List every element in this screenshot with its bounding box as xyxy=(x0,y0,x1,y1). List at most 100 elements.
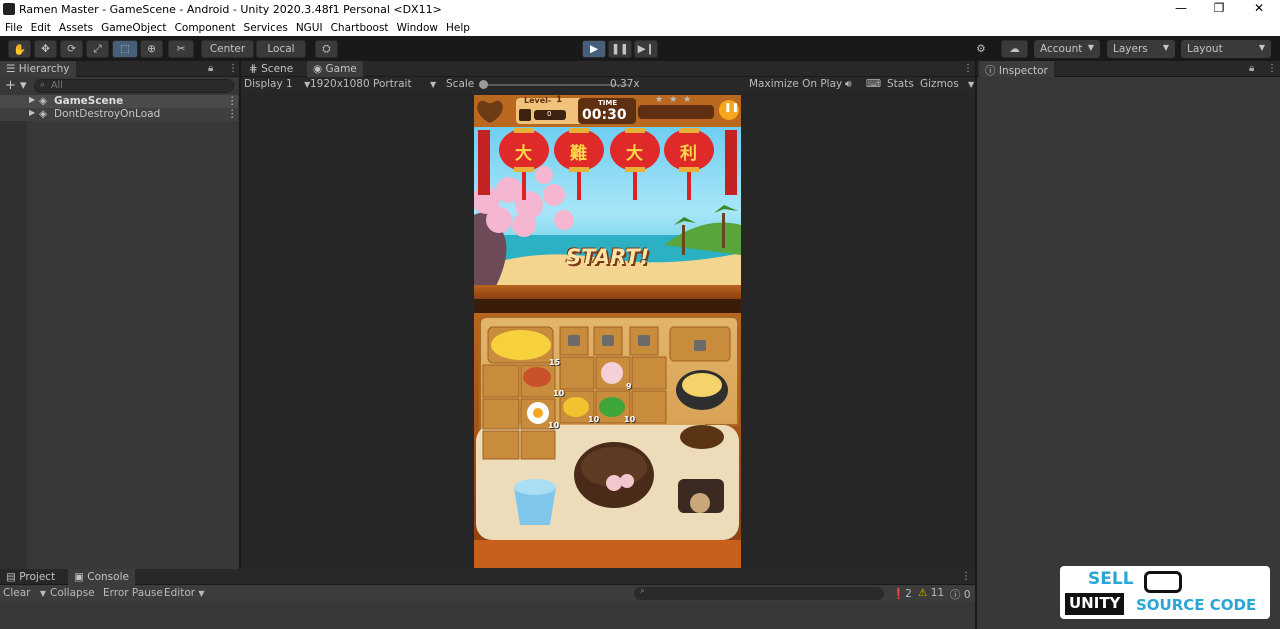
menu-component[interactable]: Component xyxy=(175,22,236,34)
collab-icon[interactable]: ⚙ xyxy=(970,40,992,58)
expand-arrow-icon[interactable]: ▶ xyxy=(29,108,35,117)
game-canvas[interactable]: Level- 1 TIME 00:30 0 ★★★ ❚❚ 大 難 大 利 STA… xyxy=(474,95,741,568)
item-count: 9 xyxy=(626,382,632,391)
collapse-toggle[interactable]: Collapse xyxy=(50,587,95,599)
chevron-down-icon: ▼ xyxy=(39,589,46,598)
more-menu-icon[interactable]: ⋮ xyxy=(961,571,971,582)
scale-value: 0.37x xyxy=(610,78,640,90)
gamepad-icon xyxy=(1144,571,1182,593)
error-count-value: 0 xyxy=(963,589,971,601)
scale-slider-thumb[interactable] xyxy=(479,80,488,89)
mute-audio-icon[interactable]: 🔊︎ xyxy=(845,78,852,91)
snap-icon[interactable]: ⛭ xyxy=(315,40,338,58)
scene-tab-label: Scene xyxy=(261,63,294,75)
hierarchy-item-dontdestroyonload[interactable]: ▶ ◈ DontDestroyOnLoad ⋮ xyxy=(0,108,238,121)
warning-count[interactable]: ⚠ 11 xyxy=(918,587,944,599)
tab-project[interactable]: ▤ Project xyxy=(0,569,61,585)
project-tab-label: Project xyxy=(19,571,56,583)
game-view-toolbar: Display 1 ▼ 1920x1080 Portrait ▼ Scale 0.… xyxy=(241,77,975,93)
scale-tool-icon[interactable]: ⤢ xyxy=(86,40,109,58)
start-text[interactable]: START! xyxy=(566,245,649,269)
more-menu-icon[interactable]: ⋮ xyxy=(227,108,238,120)
maximize-button[interactable]: ❐ xyxy=(1204,1,1234,18)
inspector-panel: ⓘ Inspector 🔒︎ ⋮ xyxy=(977,61,1280,629)
tab-game[interactable]: ◉ Game xyxy=(307,61,363,77)
cloud-icon[interactable]: ☁ xyxy=(1001,40,1028,58)
play-button[interactable]: ▶ xyxy=(582,40,606,58)
console-tab-label: Console xyxy=(87,571,129,583)
stats-toggle[interactable]: Stats xyxy=(887,78,914,90)
pivot-local-button[interactable]: Local xyxy=(256,40,306,58)
chevron-down-icon: ▼ xyxy=(1087,43,1094,52)
add-icon[interactable]: + ▾ xyxy=(5,78,27,93)
item-count: 15 xyxy=(549,358,561,367)
menu-ngui[interactable]: NGUI xyxy=(296,22,323,34)
clear-button[interactable]: Clear ▼ xyxy=(3,587,46,599)
rect-tool-icon[interactable]: ⬚ xyxy=(112,40,138,58)
lock-icon[interactable]: 🔒︎ xyxy=(208,63,213,74)
layers-dropdown[interactable]: Layers ▼ xyxy=(1107,40,1175,58)
level-value: 1 xyxy=(556,95,563,105)
menu-gameobject[interactable]: GameObject xyxy=(101,22,166,34)
info-count[interactable]: ❗2 xyxy=(892,587,912,600)
star-rating-icon: ★★★ xyxy=(655,95,698,105)
error-pause-toggle[interactable]: Error Pause xyxy=(103,587,163,599)
hand-tool-icon[interactable]: ✋ xyxy=(8,40,31,58)
coin-count: 0 xyxy=(547,110,552,118)
maximize-on-play-toggle[interactable]: Maximize On Play xyxy=(749,78,842,90)
menu-help[interactable]: Help xyxy=(446,22,470,34)
hierarchy-search-input[interactable]: ⌕ All xyxy=(34,79,234,93)
hierarchy-panel: ☰ Hierarchy 🔒︎ ⋮ + ▾ ⌕ All ▶ ◈ GameScene… xyxy=(0,61,239,569)
tab-hierarchy[interactable]: ☰ Hierarchy xyxy=(0,61,76,77)
hierarchy-item-gamescene[interactable]: ▶ ◈ GameScene ⋮ xyxy=(0,95,238,108)
lantern-char: 大 xyxy=(626,144,643,164)
display-dropdown[interactable]: Display 1 ▼ xyxy=(244,78,310,90)
lantern-char: 利 xyxy=(680,144,697,164)
menu-services[interactable]: Services xyxy=(244,22,288,34)
inspector-tab-label: Inspector xyxy=(998,65,1048,77)
layout-dropdown[interactable]: Layout ▼ xyxy=(1181,40,1271,58)
menu-window[interactable]: Window xyxy=(397,22,438,34)
scale-slider[interactable] xyxy=(479,80,629,89)
pause-game-icon[interactable]: ❚❚ xyxy=(724,103,739,113)
error-icon: ⓘ xyxy=(950,589,961,601)
custom-tool-icon[interactable]: ✂ xyxy=(168,40,194,58)
menu-file[interactable]: File xyxy=(5,22,23,34)
hierarchy-item-label: DontDestroyOnLoad xyxy=(54,108,161,120)
chevron-down-icon: ▼ xyxy=(1162,43,1169,52)
more-menu-icon[interactable]: ⋮ xyxy=(228,63,238,74)
rotate-tool-icon[interactable]: ⟳ xyxy=(60,40,83,58)
editor-dropdown[interactable]: Editor ▼ xyxy=(164,587,205,599)
transform-tool-icon[interactable]: ⊕ xyxy=(140,40,163,58)
search-icon: ⌕ xyxy=(40,80,46,90)
expand-arrow-icon[interactable]: ▶ xyxy=(29,95,35,104)
move-tool-icon[interactable]: ✥ xyxy=(34,40,57,58)
pause-button[interactable]: ❚❚ xyxy=(608,40,632,58)
gizmos-dropdown[interactable]: Gizmos ▼ xyxy=(920,78,974,90)
more-menu-icon[interactable]: ⋮ xyxy=(227,95,238,107)
keyboard-icon[interactable]: ⌨ xyxy=(866,78,881,90)
minimize-button[interactable]: — xyxy=(1166,1,1196,18)
resolution-dropdown[interactable]: 1920x1080 Portrait ▼ xyxy=(310,78,440,90)
console-search-input[interactable]: ⌕ xyxy=(634,586,884,600)
pivot-center-button[interactable]: Center xyxy=(201,40,254,58)
lock-icon[interactable]: 🔒︎ xyxy=(1249,63,1254,74)
menu-edit[interactable]: Edit xyxy=(31,22,51,34)
close-button[interactable]: ✕ xyxy=(1244,1,1274,18)
more-menu-icon[interactable]: ⋮ xyxy=(963,63,973,74)
step-icon: ▶❙ xyxy=(637,43,655,55)
menu-chartboost[interactable]: Chartboost xyxy=(331,22,389,34)
tab-scene[interactable]: ⋕ Scene xyxy=(243,61,299,77)
step-button[interactable]: ▶❙ xyxy=(634,40,658,58)
error-count[interactable]: ⓘ 0 xyxy=(950,587,971,602)
heart-icon xyxy=(483,103,499,117)
account-dropdown[interactable]: Account ▼ xyxy=(1034,40,1100,58)
tab-console[interactable]: ▣ Console xyxy=(68,569,135,585)
pause-icon: ❚❚ xyxy=(611,43,629,55)
menu-assets[interactable]: Assets xyxy=(59,22,93,34)
main-toolbar: ✋ ✥ ⟳ ⤢ ⬚ ⊕ ✂ Center Local ⛭ ▶ ❚❚ ▶❙ ⚙ ☁… xyxy=(0,36,1280,61)
tab-inspector[interactable]: ⓘ Inspector xyxy=(979,61,1054,77)
game-artwork xyxy=(474,95,741,568)
hierarchy-gutter xyxy=(0,95,27,569)
more-menu-icon[interactable]: ⋮ xyxy=(1267,63,1277,74)
